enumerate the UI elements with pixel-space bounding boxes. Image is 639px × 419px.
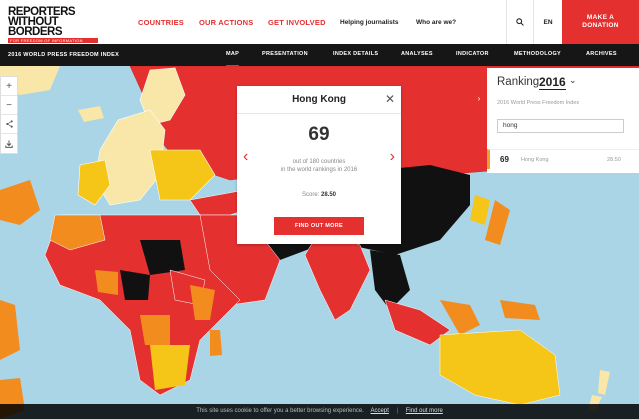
cookie-separator: | [396,408,399,414]
find-out-more-button[interactable]: FIND OUT MORE [274,217,364,235]
collapse-panel-button[interactable]: › [472,92,486,106]
ranking-panel: Ranking 2016 ⌄ 2016 World Press Freedom … [487,68,639,173]
nav-our-actions-label: OUR ACTIONS [199,17,254,27]
chevron-right-icon: › [477,94,481,103]
nav-our-actions[interactable]: OUR ACTIONS [199,0,253,44]
site-header: REPORTERS WITHOUT BORDERS FOR FREEDOM OF… [0,0,639,44]
cookie-accept-link[interactable]: Accept [371,408,389,414]
ranking-result-row[interactable]: 69 Hong Kong 28.50 [487,149,639,169]
chevron-down-icon[interactable]: ⌄ [569,75,577,86]
popup-country-name: Hong Kong [237,86,401,114]
result-country: Hong Kong [521,156,549,163]
popup-desc-line2: in the world rankings in 2016 [280,167,358,173]
search-icon [516,18,524,26]
share-button[interactable] [1,115,17,134]
donate-button[interactable]: MAKE A DONATION [562,0,639,44]
tab-map[interactable]: MAP [226,44,240,67]
chevron-left-icon[interactable]: ‹ [243,148,248,166]
result-rank: 69 [500,155,509,164]
map-tools: + − [0,76,18,154]
tab-archives[interactable]: ARCHIVES [586,44,617,65]
nav-helping-journalists[interactable]: Helping journalists [340,0,399,44]
tab-presentation[interactable]: PRESENTATION [262,44,308,65]
donate-line1: MAKE A [586,14,615,21]
logo-tagline: FOR FREEDOM OF INFORMATION [8,38,98,43]
result-score: 28.50 [607,156,621,163]
chevron-right-icon[interactable]: › [390,148,395,166]
index-subnav: 2016 WORLD PRESS FREEDOM INDEX MAP PRESE… [0,44,639,67]
popup-desc-line1: out of 180 countries [292,159,346,165]
rsf-logo[interactable]: REPORTERS WITHOUT BORDERS FOR FREEDOM OF… [8,6,98,43]
country-popup: Hong Kong ✕ 69 ‹ › out of 180 countries … [237,86,401,244]
cookie-bar: This site uses cookie to offer you a bet… [0,404,639,419]
download-icon [5,140,13,148]
nav-get-involved-label: GET INVOLVED [268,17,326,27]
nav-countries[interactable]: COUNTRIES [138,0,184,44]
tab-indicator[interactable]: INDICATOR [456,44,489,65]
nav-who-are-we-label: Who are we? [416,18,457,26]
nav-who-are-we[interactable]: Who are we? [416,0,456,44]
nav-get-involved[interactable]: GET INVOLVED [268,0,326,44]
download-button[interactable] [1,134,17,153]
ranking-subtitle: 2016 World Press Freedom Index [497,100,580,106]
cookie-find-out-more-link[interactable]: Find out more [406,408,443,414]
cookie-text: This site uses cookie to offer you a bet… [196,408,364,414]
zoom-in-button[interactable]: + [1,77,17,96]
tab-index-details[interactable]: INDEX DETAILS [333,44,378,65]
header-search-button[interactable] [506,0,534,44]
popup-description: out of 180 countries in the world rankin… [257,158,381,174]
zoom-out-icon: − [6,99,12,111]
close-icon[interactable]: ✕ [385,92,395,106]
popup-score-value: 28.50 [321,192,337,198]
year-select[interactable]: 2016 [539,75,566,90]
nav-helping-journalists-label: Helping journalists [340,18,399,26]
popup-score: Score: 28.50 [237,192,401,198]
popup-rank: 69 [308,124,330,145]
country-search-input[interactable]: hong [497,119,624,133]
donate-line2: DONATION [582,22,619,29]
tab-analyses[interactable]: ANALYSES [401,44,433,65]
logo-line2: WITHOUT BORDERS [8,16,63,38]
index-title: 2016 WORLD PRESS FREEDOM INDEX [8,52,120,58]
zoom-in-icon: + [6,80,12,92]
zoom-out-button[interactable]: − [1,96,17,115]
ranking-title: Ranking [497,76,540,88]
share-icon [5,120,13,128]
language-switch[interactable]: EN [534,0,562,44]
popup-score-label: Score: [301,192,320,198]
tab-methodology[interactable]: METHODOLOGY [514,44,561,65]
nav-countries-label: COUNTRIES [138,17,184,27]
